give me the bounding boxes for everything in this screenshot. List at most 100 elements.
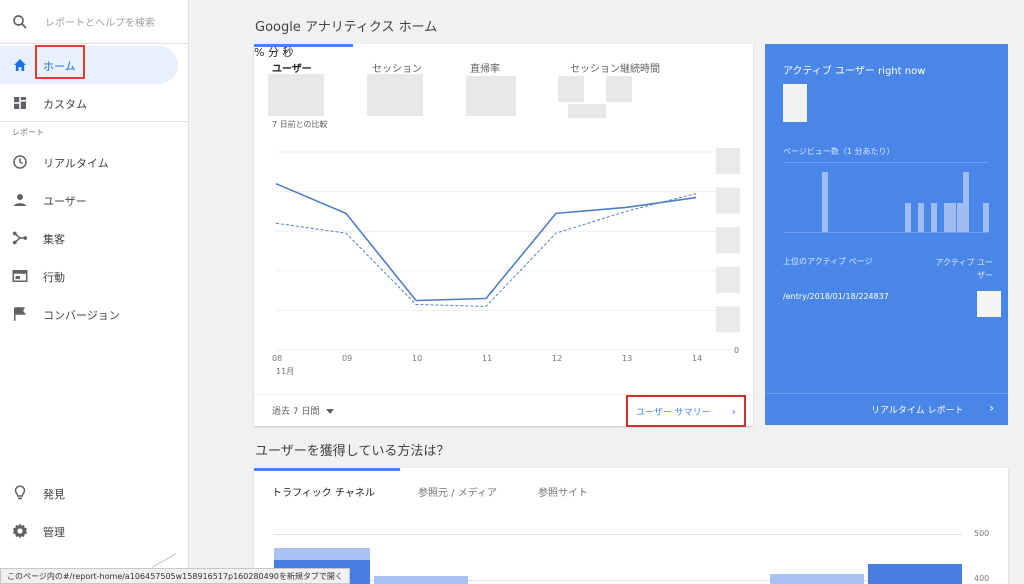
person-icon xyxy=(14,194,26,206)
pageviews-bar-chart xyxy=(783,166,989,232)
metric-sessions[interactable]: セッション xyxy=(372,60,422,75)
page-users-redacted xyxy=(977,291,1001,317)
minute-unit: 分 xyxy=(267,46,279,59)
sidebar-item-label: 行動 xyxy=(43,271,65,284)
y-tick-redacted xyxy=(716,187,740,214)
lightbulb-icon xyxy=(14,485,26,500)
sidebar-item-acquisition[interactable]: 集客 xyxy=(0,219,189,257)
metric-value-redacted xyxy=(558,76,584,102)
metric-bounce-rate[interactable]: 直帰率 xyxy=(470,60,500,75)
x-tick-label: 14 xyxy=(692,354,702,363)
top-pages-header: 上位のアクティブ ページ xyxy=(783,257,873,266)
gear-icon xyxy=(12,523,28,539)
y-tick-redacted xyxy=(716,148,740,174)
browser-status-bar: このページ内の#/report-home/a106457505w15891651… xyxy=(0,568,350,584)
gridline xyxy=(274,534,962,535)
x-sublabel: 11月 xyxy=(276,367,295,376)
date-range-label: 過去 7 日間 xyxy=(272,407,320,417)
pageview-bar xyxy=(821,172,828,232)
pageview-bar xyxy=(918,203,925,232)
sidebar-item-label: ユーザー xyxy=(43,195,87,208)
flag-icon xyxy=(14,307,26,321)
date-range-select[interactable]: 過去 7 日間 xyxy=(272,404,335,417)
x-tick-label: 08 xyxy=(272,354,282,363)
sidebar-item-users[interactable]: ユーザー xyxy=(0,181,189,219)
metric-label: セッション継続時間 xyxy=(570,64,660,75)
metric-value-redacted xyxy=(606,76,632,102)
users-line-chart: 0 08 09 10 11 12 13 14 xyxy=(272,148,740,363)
active-users-redacted xyxy=(783,84,807,122)
acquisition-icon xyxy=(12,231,28,245)
percent-unit: % xyxy=(254,46,265,59)
top-page-link[interactable]: /entry/2018/01/18/224837 xyxy=(783,292,889,301)
realtime-card: アクティブ ユーザー right now ページビュー数（1 分あたり） 上位の… xyxy=(765,44,1008,425)
search-placeholder[interactable]: レポートとヘルプを検索 xyxy=(45,14,155,29)
dropdown-arrow-icon xyxy=(326,409,335,414)
search-bar[interactable]: レポートとヘルプを検索 xyxy=(0,0,189,44)
active-tab-indicator xyxy=(254,468,400,471)
pageview-bar xyxy=(956,203,963,232)
metric-compare-redacted xyxy=(568,104,606,118)
sidebar-item-label: リアルタイム xyxy=(43,157,109,170)
pageview-bar xyxy=(931,203,938,232)
realtime-title: アクティブ ユーザー right now xyxy=(783,66,926,77)
compare-label: 7 日前との比較 xyxy=(272,120,328,129)
x-tick-label: 09 xyxy=(342,354,352,363)
acquisition-card: トラフィック チャネル 参照元 / メディア 参照サイト 500 400 xyxy=(254,468,1008,584)
behavior-icon xyxy=(12,270,28,282)
dashboard-icon xyxy=(14,97,26,109)
user-summary-button[interactable]: ユーザー サマリー › xyxy=(626,395,746,427)
sidebar-item-label: 集客 xyxy=(43,233,65,246)
channel-bar-segment xyxy=(274,548,370,560)
divider xyxy=(783,232,989,233)
metric-label: ユーザー xyxy=(272,64,312,75)
metric-session-duration[interactable]: セッション継続時間 xyxy=(570,60,660,75)
metric-label: 直帰率 xyxy=(470,64,500,75)
channel-bar xyxy=(868,564,962,584)
metric-value-redacted xyxy=(466,76,516,116)
home-icon xyxy=(14,59,26,71)
metric-value-redacted xyxy=(367,74,423,116)
sidebar-item-label: 発見 xyxy=(43,488,65,501)
tab-referrals[interactable]: 参照サイト xyxy=(538,484,588,499)
section-title: ユーザーを獲得している方法は？ xyxy=(255,444,450,459)
tab-traffic-channel[interactable]: トラフィック チャネル xyxy=(272,484,375,499)
sidebar-item-conversion[interactable]: コンバージョン xyxy=(0,295,189,333)
realtime-footer[interactable]: リアルタイム レポート › xyxy=(765,393,1008,425)
divider xyxy=(783,162,989,163)
y-tick-label: 0 xyxy=(734,346,739,355)
sidebar-item-home[interactable]: ホーム xyxy=(0,46,178,84)
card-footer: 過去 7 日間 ユーザー サマリー › xyxy=(254,394,753,427)
chevron-right-icon: › xyxy=(731,405,736,418)
chevron-right-icon: › xyxy=(989,401,994,415)
second-unit: 秒 xyxy=(282,46,294,59)
y-tick-redacted xyxy=(716,306,740,333)
pageview-bar xyxy=(963,172,970,232)
sidebar-item-label: コンバージョン xyxy=(43,309,120,322)
y-tick-redacted xyxy=(716,266,740,293)
clock-icon xyxy=(13,155,27,169)
metric-value-redacted xyxy=(268,74,324,116)
sidebar-item-custom[interactable]: カスタム xyxy=(0,84,189,122)
active-users-header: アクティブ ユーザー xyxy=(935,258,993,280)
active-tab-indicator xyxy=(254,44,353,47)
series-line-current xyxy=(275,182,697,302)
tab-source-medium[interactable]: 参照元 / メディア xyxy=(418,484,497,499)
x-tick-label: 13 xyxy=(622,354,632,363)
sidebar: レポートとヘルプを検索 ホーム カスタム レポート リアルタイム ユーザー 集客… xyxy=(0,0,189,584)
user-summary-card: ユーザー セッション 直帰率 % セッション継続時間 分 秒 7 日前との比較 … xyxy=(254,44,753,427)
sidebar-item-behavior[interactable]: 行動 xyxy=(0,257,189,295)
sidebar-item-admin[interactable]: 管理 xyxy=(0,512,189,550)
page-title: Google アナリティクス ホーム xyxy=(255,20,438,35)
x-tick-label: 11 xyxy=(482,354,492,363)
sidebar-item-label: 管理 xyxy=(43,526,65,539)
pageview-bar xyxy=(950,203,957,232)
metric-users[interactable]: ユーザー xyxy=(272,60,312,75)
sidebar-item-realtime[interactable]: リアルタイム xyxy=(0,143,189,181)
collapse-handle[interactable] xyxy=(151,553,177,568)
y-tick-redacted xyxy=(716,227,740,254)
y-tick-label: 400 xyxy=(974,574,990,583)
highlight-box xyxy=(35,45,85,79)
sidebar-item-discover[interactable]: 発見 xyxy=(0,474,189,512)
pageview-bar xyxy=(905,203,912,232)
